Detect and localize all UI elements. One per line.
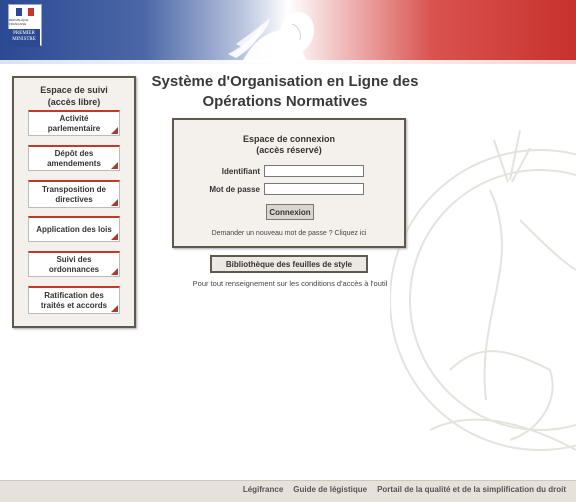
login-title-line1: Espace de connexion	[242, 134, 336, 144]
marianne-emblem	[228, 12, 314, 62]
tracking-panel-title-line2: (accès libre)	[47, 97, 101, 107]
menu-item-suivi-ordonnances[interactable]: Suivi des ordonnances	[28, 251, 120, 277]
tracking-panel-title: Espace de suivi (accès libre)	[14, 84, 134, 108]
username-field[interactable]	[264, 165, 364, 177]
menu-item-transposition-directives[interactable]: Transposition de directives	[28, 180, 120, 208]
logo-text: RÉPUBLIQUE FRANÇAISE	[9, 18, 29, 26]
page-title: Système d'Organisation en Ligne des Opér…	[140, 72, 430, 112]
footer-link-legifrance[interactable]: Légifrance	[243, 485, 283, 494]
tracking-panel: Espace de suivi (accès libre) Activité p…	[12, 76, 136, 328]
logo-subtitle: PREMIER MINISTRE	[8, 29, 40, 47]
forgot-password-link[interactable]: Demander un nouveau mot de passe ? Cliqu…	[174, 230, 404, 237]
menu-item-application-lois[interactable]: Application des lois	[28, 216, 120, 242]
footer-link-portail-qualite[interactable]: Portail de la qualité et de la simplific…	[377, 485, 566, 494]
header-banner: RÉPUBLIQUE FRANÇAISE PREMIER MINISTRE	[0, 0, 576, 64]
footer-links: Légifrance Guide de légistique Portail d…	[243, 485, 566, 494]
login-title: Espace de connexion (accès réservé)	[174, 134, 404, 156]
login-title-line2: (accès réservé)	[256, 145, 322, 155]
republique-logo: RÉPUBLIQUE FRANÇAISE PREMIER MINISTRE	[8, 4, 42, 47]
login-button[interactable]: Connexion	[266, 204, 314, 220]
login-form: Espace de connexion (accès réservé) Iden…	[172, 118, 406, 248]
watermark-seal-icon	[390, 129, 576, 451]
page-title-line1: Système d'Organisation en Ligne des	[151, 73, 419, 90]
footer-link-guide-legistique[interactable]: Guide de légistique	[293, 485, 367, 494]
footer: Légifrance Guide de légistique Portail d…	[0, 480, 576, 502]
flag-icon	[16, 8, 34, 16]
password-field[interactable]	[264, 183, 364, 195]
stylesheet-library-button[interactable]: Bibliothèque des feuilles de style	[210, 255, 368, 273]
menu-item-depot-amendements[interactable]: Dépôt des amendements	[28, 145, 120, 171]
access-info-link[interactable]: Pour tout renseignement sur les conditio…	[140, 279, 440, 288]
username-label: Identifiant	[221, 167, 260, 176]
menu-item-ratification-traites[interactable]: Ratification des traités et accords	[28, 286, 120, 314]
menu-item-activite-parlementaire[interactable]: Activité parlementaire	[28, 110, 120, 136]
password-label: Mot de passe	[209, 185, 260, 194]
tracking-panel-title-line1: Espace de suivi	[40, 85, 108, 95]
page-title-line2: Opérations Normatives	[202, 93, 368, 110]
